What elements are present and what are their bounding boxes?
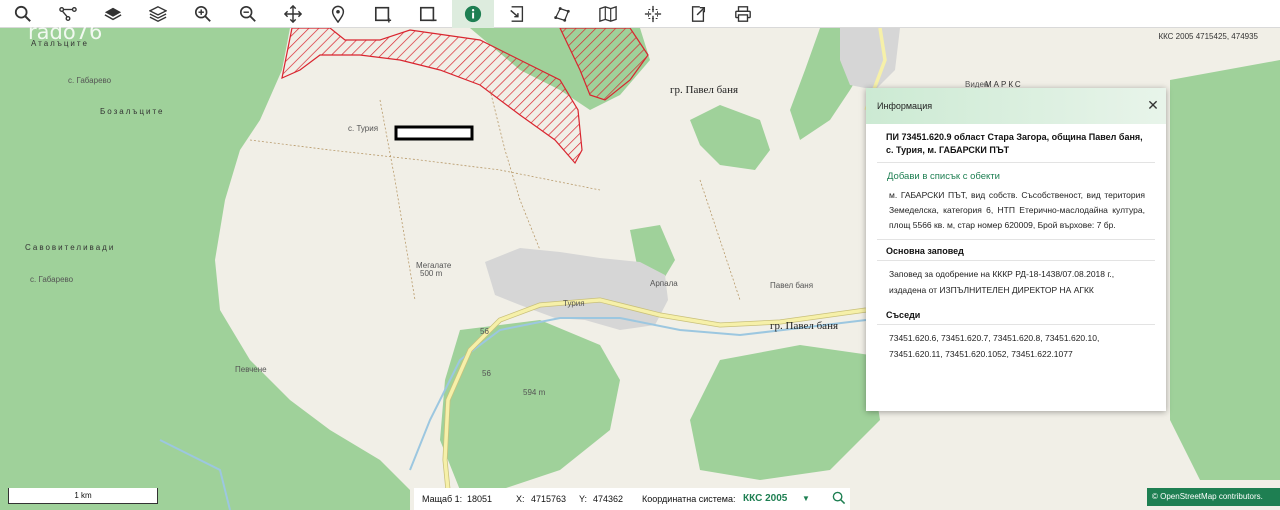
print-tool-button[interactable] [724, 0, 762, 28]
scale-bar: 1 km [8, 488, 158, 504]
coord-system-label: Координатна система: [642, 494, 736, 504]
map-label-megalate-elev: 500 m [420, 269, 443, 278]
order-section-title: Основна заповед [877, 240, 1155, 261]
watermark-text: rado76 [28, 20, 103, 44]
close-icon[interactable]: ✕ [1146, 97, 1160, 113]
chevron-down-icon[interactable]: ▼ [802, 494, 810, 503]
y-label: Y: [579, 494, 588, 504]
scale-label: Мащаб 1: [422, 494, 463, 504]
zoom-out-tool-button[interactable] [229, 0, 267, 28]
coord-system-select[interactable]: ККС 2005 [743, 493, 787, 504]
parcel-description: м. ГАБАРСКИ ПЪТ, вид собств. Съсобствено… [877, 188, 1155, 240]
pan-tool-button[interactable] [274, 0, 312, 28]
y-value: 474362 [593, 494, 624, 504]
info-panel-title: Информация [877, 101, 933, 111]
map-label-pevchene: Певчене [235, 365, 267, 374]
map-label-arpala: Арпала [650, 279, 678, 288]
map-label-pavel-banya-bottom: гр. Павел баня [770, 320, 839, 332]
printer-icon [735, 6, 751, 22]
polygon-icon [554, 7, 570, 22]
add-to-list-link[interactable]: Добави в списък с обекти [877, 163, 1155, 188]
measure-tool-button[interactable] [634, 0, 672, 28]
map-attribution[interactable]: © OpenStreetMap contributors. [1147, 488, 1280, 506]
status-bar: Мащаб 1: 18051 X: 4715763 Y: 474362 Коор… [414, 488, 850, 510]
info-panel-header: Информация ✕ [866, 88, 1166, 124]
map-label-pavel-banya-top: гр. Павел баня [670, 84, 739, 96]
map-coordinate-readout: ККС 2005 4715425, 474935 [1158, 32, 1258, 41]
map-label-gabarevo-left: с. Габарево [30, 275, 74, 284]
info-panel: Информация ✕ ПИ 73451.620.9 област Стара… [866, 88, 1166, 411]
info-icon [464, 5, 482, 23]
map-pin-icon [331, 5, 345, 23]
layers-tool-button[interactable] [139, 0, 177, 28]
import-tool-button[interactable] [498, 0, 536, 28]
info-tool-button[interactable] [452, 0, 494, 28]
move-icon [284, 5, 302, 23]
select-area-tool-button[interactable] [364, 0, 402, 28]
forest-east [1170, 60, 1280, 480]
draw-tool-button[interactable] [543, 0, 581, 28]
scale-value: 18051 [467, 494, 493, 504]
map-label-pavel-banya-road: Павел баня [770, 281, 814, 290]
parcel-heading: ПИ 73451.620.9 област Стара Загора, общи… [877, 124, 1155, 163]
search-icon[interactable] [832, 491, 846, 505]
zoom-out-icon [239, 5, 256, 22]
layers-icon [149, 6, 167, 22]
map-label-gabarevo-top: с. Габарево [68, 76, 112, 85]
map-label-road-56-b: 56 [482, 369, 491, 378]
rectangle-select-icon [374, 6, 392, 23]
neighbors-section-title: Съседи [877, 304, 1155, 325]
crosshair-icon [644, 5, 662, 23]
map-label-turia-village: Турия [563, 299, 585, 308]
layers-filled-icon [104, 7, 122, 21]
deselect-area-tool-button[interactable] [409, 0, 447, 28]
map-label-road-56-a: 56 [480, 327, 489, 336]
folded-map-icon [599, 5, 617, 23]
map-tool-button[interactable] [589, 0, 627, 28]
export-tool-button[interactable] [679, 0, 717, 28]
zoom-in-icon [194, 5, 211, 22]
x-label: X: [516, 494, 525, 504]
map-label-peak-elev: 594 m [523, 388, 546, 397]
order-text: Заповед за одобрение на КККР РД-18-1438/… [889, 269, 1115, 295]
export-icon [691, 6, 706, 22]
neighbors-text: 73451.620.6, 73451.620.7, 73451.620.8, 7… [889, 333, 1100, 359]
map-label-bozalcite: Бозалъците [100, 107, 165, 116]
rectangle-deselect-icon [419, 6, 437, 22]
selected-parcel[interactable] [394, 125, 474, 141]
map-label-savovitelivadi: Савовителивади [25, 243, 116, 252]
import-icon [510, 6, 524, 22]
x-value: 4715763 [531, 494, 567, 504]
toolbar [0, 0, 1280, 28]
map-label-turia-small: с. Турия [348, 124, 379, 133]
zoom-in-tool-button[interactable] [184, 0, 222, 28]
locate-tool-button[interactable] [319, 0, 357, 28]
